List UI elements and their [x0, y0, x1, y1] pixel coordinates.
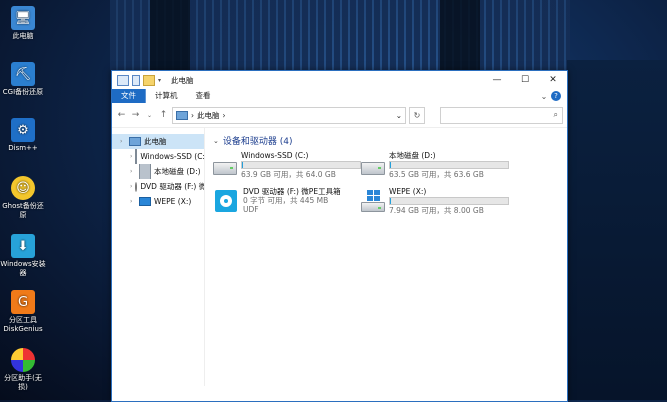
- recent-locations-icon[interactable]: ⌄: [144, 112, 155, 119]
- drive-tile-c[interactable]: Windows-SSD (C:) 63.9 GB 可用，共 64.0 GB: [213, 151, 361, 181]
- group-header-devices[interactable]: ⌄ 设备和驱动器 (4): [213, 134, 559, 148]
- drive-tile-x[interactable]: WEPE (X:) 7.94 GB 可用，共 8.00 GB: [361, 187, 509, 217]
- desktop-icon-cgi[interactable]: ⛏ CGI备份还原: [0, 62, 46, 97]
- expand-chevron-icon[interactable]: ›: [130, 183, 132, 190]
- usage-bar: [389, 161, 509, 169]
- hard-drive-icon: [361, 161, 385, 175]
- windows-drive-icon: [139, 197, 151, 206]
- search-input[interactable]: ⌕: [440, 106, 563, 124]
- desktop-icon-dism[interactable]: ⚙ Dism++: [0, 118, 46, 153]
- back-arrow-icon[interactable]: ←: [116, 110, 127, 120]
- search-icon: ⌕: [553, 110, 558, 119]
- hard-drive-icon: [361, 202, 385, 212]
- forward-arrow-icon[interactable]: →: [130, 110, 141, 120]
- drive-tile-d[interactable]: 本地磁盘 (D:) 63.5 GB 可用，共 63.6 GB: [361, 151, 509, 181]
- desktop-icon-windows-installer[interactable]: ⬇ Windows安装器: [0, 234, 46, 278]
- address-row: ← → ⌄ ↑ › 此电脑 › ⌄ ↻ ⌕: [112, 103, 567, 128]
- usage-bar: [241, 161, 361, 169]
- minimize-button[interactable]: —: [483, 75, 511, 85]
- navigation-pane: › 此电脑 › Windows-SSD (C:) › 本地磁盘 (D:) › D…: [112, 128, 205, 386]
- collapse-chevron-icon[interactable]: ⌄: [213, 137, 219, 145]
- drive-icon: [139, 164, 151, 179]
- background-aquarium: [567, 60, 667, 400]
- expand-ribbon-icon[interactable]: ⌄: [537, 92, 551, 101]
- computer-icon: 🖥: [11, 6, 35, 30]
- tab-view[interactable]: 查看: [186, 89, 220, 103]
- folder-icon[interactable]: [143, 74, 155, 86]
- drive-icon: [135, 149, 138, 164]
- dvd-disc-icon: [215, 190, 237, 212]
- expand-chevron-icon[interactable]: ›: [120, 138, 126, 145]
- hard-drive-icon: [213, 161, 237, 175]
- gear-icon: ⚙: [11, 118, 35, 142]
- refresh-button[interactable]: ↻: [409, 106, 425, 124]
- tab-file[interactable]: 文件: [112, 89, 146, 103]
- expand-chevron-icon[interactable]: ›: [130, 198, 136, 205]
- help-icon[interactable]: ?: [551, 91, 561, 101]
- properties-icon[interactable]: [132, 74, 140, 86]
- dvd-icon: [135, 181, 138, 192]
- up-arrow-icon[interactable]: ↑: [158, 110, 169, 120]
- drive-tile-dvd[interactable]: DVD 驱动器 (F:) 微PE工具箱 0 字节 可用，共 445 MB UDF: [213, 187, 361, 223]
- ribbon-controls: ⌄ ?: [537, 89, 567, 103]
- ghost-icon: ☺: [11, 176, 35, 200]
- expand-chevron-icon[interactable]: ›: [130, 153, 132, 160]
- nav-item-d-drive[interactable]: › 本地磁盘 (D:): [112, 164, 204, 179]
- ribbon-tabs: 文件 计算机 查看: [112, 89, 567, 103]
- maximize-button[interactable]: ☐: [511, 75, 539, 85]
- nav-item-x-drive[interactable]: › WEPE (X:): [112, 194, 204, 209]
- title-bar[interactable]: ▾ 此电脑 — ☐ ✕: [112, 71, 567, 89]
- quick-access-toolbar: ▾: [112, 74, 161, 86]
- content-pane: ⌄ 设备和驱动器 (4) Windows-SSD (C:) 63.9 GB 可用…: [205, 128, 567, 386]
- partition-assistant-icon: [11, 348, 35, 372]
- desktop-icon-ghost[interactable]: ☺ Ghost备份还原: [0, 176, 46, 220]
- address-bar[interactable]: › 此电脑 › ⌄: [172, 106, 406, 124]
- desktop-icon-this-pc[interactable]: 🖥 此电脑: [0, 6, 46, 41]
- nav-item-dvd-drive[interactable]: › DVD 驱动器 (F:) 微: [112, 179, 204, 194]
- usage-bar: [389, 197, 509, 205]
- pc-icon: [117, 74, 129, 86]
- pc-icon: [129, 137, 141, 146]
- installer-icon: ⬇: [11, 234, 35, 258]
- expand-chevron-icon[interactable]: ›: [130, 168, 136, 175]
- diskgenius-icon: G: [11, 290, 35, 314]
- windows-logo-icon: [366, 190, 380, 201]
- window-title: 此电脑: [171, 75, 194, 85]
- explorer-window: ▾ 此电脑 — ☐ ✕ 文件 计算机 查看 ⌄ ? ← → ⌄ ↑ › 此电脑 …: [111, 70, 568, 402]
- breadcrumb[interactable]: 此电脑: [197, 110, 220, 121]
- desktop-icon-diskgenius[interactable]: G 分区工具DiskGenius: [0, 290, 46, 334]
- cgi-icon: ⛏: [11, 62, 35, 86]
- tab-computer[interactable]: 计算机: [146, 89, 187, 103]
- customize-chevron-icon[interactable]: ▾: [158, 77, 161, 84]
- address-dropdown-icon[interactable]: ⌄: [396, 111, 402, 120]
- nav-item-this-pc[interactable]: › 此电脑: [112, 134, 204, 149]
- desktop-icon-partition-assistant[interactable]: 分区助手(无损): [0, 348, 46, 392]
- nav-item-c-drive[interactable]: › Windows-SSD (C:): [112, 149, 204, 164]
- close-button[interactable]: ✕: [539, 75, 567, 85]
- pc-icon: [176, 110, 188, 120]
